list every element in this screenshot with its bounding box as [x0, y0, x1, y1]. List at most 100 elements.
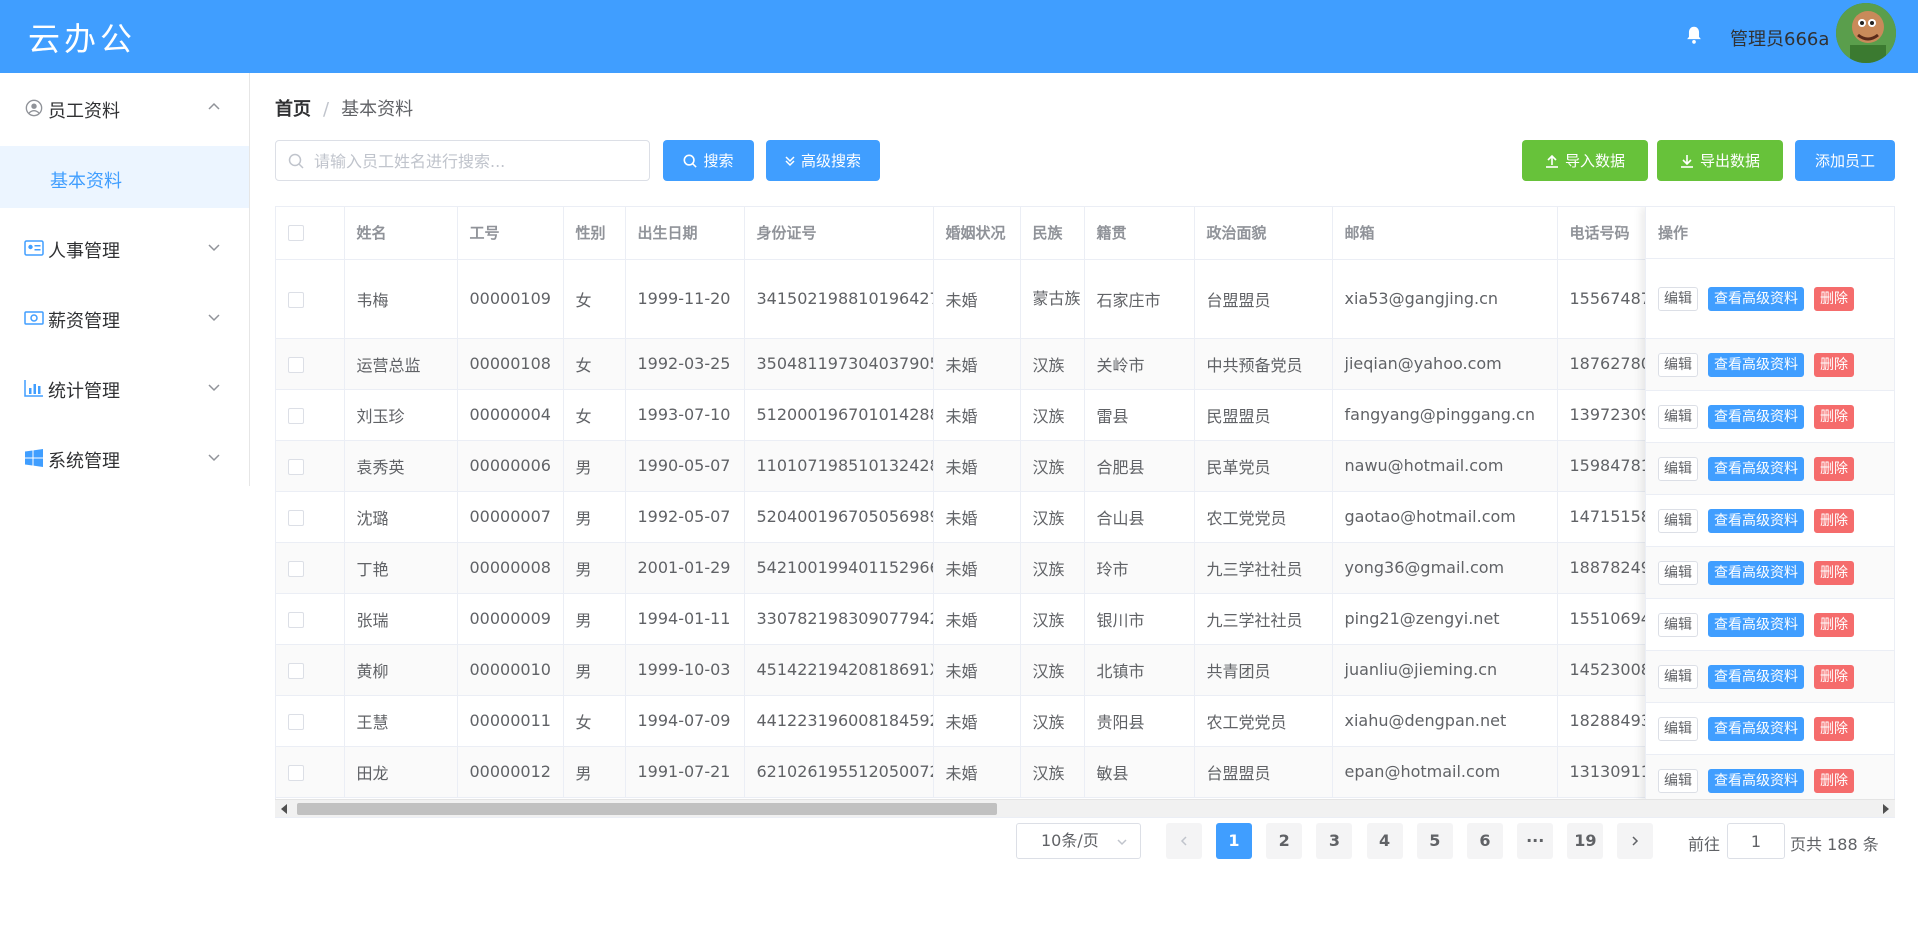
cell-native: 关岭市: [1084, 338, 1195, 390]
page-size-select[interactable]: 10条/页: [1016, 823, 1141, 859]
row-select-cell[interactable]: [276, 440, 345, 492]
edit-button[interactable]: 编辑: [1658, 560, 1698, 585]
bell-icon[interactable]: [1683, 24, 1705, 46]
delete-button[interactable]: 删除: [1814, 404, 1854, 429]
next-page-button[interactable]: [1617, 823, 1653, 859]
edit-button[interactable]: 编辑: [1658, 664, 1698, 689]
delete-button[interactable]: 删除: [1814, 352, 1854, 377]
view-detail-button[interactable]: 查看高级资料: [1708, 286, 1804, 311]
sidebar-subitem-basic-info[interactable]: 基本资料: [0, 146, 249, 208]
add-employee-button[interactable]: 添加员工: [1795, 140, 1895, 181]
page-ellipsis[interactable]: ···: [1517, 823, 1554, 859]
page-number[interactable]: 4: [1366, 823, 1403, 859]
row-select-cell[interactable]: [276, 695, 345, 747]
row-checkbox[interactable]: [288, 713, 304, 730]
delete-button[interactable]: 删除: [1814, 508, 1854, 533]
scroll-right-arrow-icon[interactable]: [1883, 804, 1889, 814]
row-checkbox[interactable]: [288, 560, 304, 577]
scroll-left-arrow-icon[interactable]: [281, 804, 287, 814]
view-detail-button[interactable]: 查看高级资料: [1708, 768, 1804, 793]
cell-gender: 男: [563, 746, 626, 798]
search-input[interactable]: [314, 149, 634, 173]
row-select-cell[interactable]: [276, 491, 345, 543]
edit-button[interactable]: 编辑: [1658, 456, 1698, 481]
cell-native: 石家庄市: [1084, 259, 1195, 339]
select-all-cell[interactable]: [276, 207, 345, 260]
row-select-cell[interactable]: [276, 338, 345, 390]
page-number[interactable]: 3: [1316, 823, 1353, 859]
view-detail-button[interactable]: 查看高级资料: [1708, 664, 1804, 689]
operations-cell: 编辑 查看高级资料 删除: [1646, 599, 1894, 651]
username[interactable]: 管理员666a: [1730, 25, 1829, 51]
prev-page-button[interactable]: [1166, 823, 1202, 859]
page-number[interactable]: 1: [1216, 823, 1252, 859]
row-checkbox[interactable]: [288, 291, 304, 308]
cell-id: 00000011: [457, 695, 564, 747]
view-detail-button[interactable]: 查看高级资料: [1708, 560, 1804, 585]
chevron-down-icon: [208, 314, 220, 322]
view-detail-button[interactable]: 查看高级资料: [1708, 508, 1804, 533]
breadcrumb-home[interactable]: 首页: [275, 99, 311, 120]
view-detail-button[interactable]: 查看高级资料: [1708, 456, 1804, 481]
row-select-cell[interactable]: [276, 746, 345, 798]
sidebar-item-personnel[interactable]: 人事管理: [0, 213, 249, 283]
user-circle-icon: [25, 99, 43, 117]
delete-button[interactable]: 删除: [1814, 768, 1854, 793]
horizontal-scrollbar[interactable]: [275, 799, 1895, 817]
cell-name: 袁秀英: [344, 440, 458, 492]
edit-button[interactable]: 编辑: [1658, 352, 1698, 377]
edit-button[interactable]: 编辑: [1658, 286, 1698, 311]
delete-button[interactable]: 删除: [1814, 612, 1854, 637]
sidebar-item-statistics[interactable]: 统计管理: [0, 353, 249, 423]
page-number[interactable]: 19: [1567, 823, 1604, 859]
row-select-cell[interactable]: [276, 259, 345, 339]
edit-button[interactable]: 编辑: [1658, 768, 1698, 793]
delete-button[interactable]: 删除: [1814, 456, 1854, 481]
row-checkbox[interactable]: [288, 458, 304, 475]
view-detail-button[interactable]: 查看高级资料: [1708, 352, 1804, 377]
delete-button[interactable]: 删除: [1814, 716, 1854, 741]
column-header: 性别: [563, 207, 626, 260]
export-data-button[interactable]: 导出数据: [1657, 140, 1783, 181]
breadcrumb-current: 基本资料: [341, 99, 414, 120]
page-number[interactable]: 5: [1416, 823, 1453, 859]
row-checkbox[interactable]: [288, 356, 304, 373]
view-detail-button[interactable]: 查看高级资料: [1708, 404, 1804, 429]
money-icon: [24, 311, 44, 325]
avatar[interactable]: [1836, 3, 1896, 63]
sidebar-item-salary[interactable]: 薪资管理: [0, 283, 249, 353]
search-button[interactable]: 搜索: [663, 140, 754, 181]
operations-cell: 编辑 查看高级资料 删除: [1646, 703, 1894, 755]
page-number[interactable]: 2: [1266, 823, 1303, 859]
sidebar-item-system[interactable]: 系统管理: [0, 423, 249, 493]
search-field[interactable]: [275, 140, 650, 181]
row-select-cell[interactable]: [276, 593, 345, 645]
view-detail-button[interactable]: 查看高级资料: [1708, 612, 1804, 637]
scrollbar-thumb[interactable]: [297, 803, 997, 815]
row-checkbox[interactable]: [288, 407, 304, 424]
import-data-button[interactable]: 导入数据: [1522, 140, 1648, 181]
cell-id: 00000108: [457, 338, 564, 390]
row-select-cell[interactable]: [276, 542, 345, 594]
sidebar-item-employee[interactable]: 员工资料: [0, 73, 249, 143]
goto-page-input[interactable]: [1727, 823, 1785, 859]
view-detail-button[interactable]: 查看高级资料: [1708, 716, 1804, 741]
page-number[interactable]: 6: [1467, 823, 1503, 859]
row-checkbox[interactable]: [288, 611, 304, 628]
edit-button[interactable]: 编辑: [1658, 612, 1698, 637]
row-checkbox[interactable]: [288, 662, 304, 679]
advanced-search-button[interactable]: 高级搜索: [766, 140, 880, 181]
select-all-checkbox[interactable]: [288, 225, 304, 242]
delete-button[interactable]: 删除: [1814, 560, 1854, 585]
edit-button[interactable]: 编辑: [1658, 508, 1698, 533]
row-checkbox[interactable]: [288, 509, 304, 526]
delete-button[interactable]: 删除: [1814, 286, 1854, 311]
row-checkbox[interactable]: [288, 764, 304, 781]
edit-button[interactable]: 编辑: [1658, 716, 1698, 741]
row-select-cell[interactable]: [276, 644, 345, 696]
row-select-cell[interactable]: [276, 389, 345, 441]
edit-button[interactable]: 编辑: [1658, 404, 1698, 429]
import-data-label: 导入数据: [1564, 152, 1625, 170]
cell-marital: 未婚: [933, 542, 1021, 594]
delete-button[interactable]: 删除: [1814, 664, 1854, 689]
